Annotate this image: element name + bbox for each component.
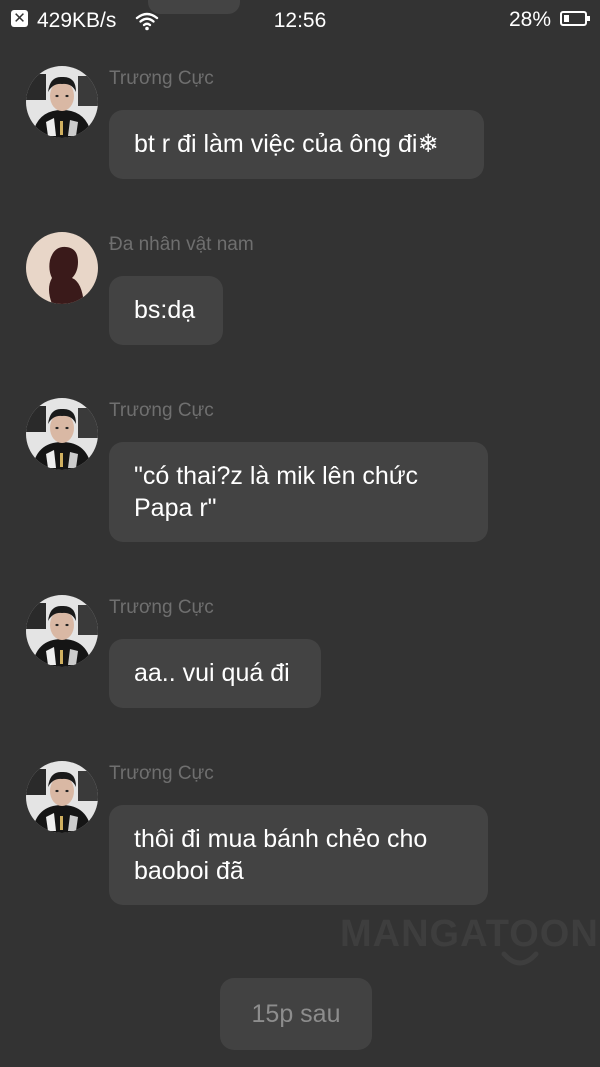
battery-level [564,15,569,22]
avatar-photo-icon [26,398,98,470]
status-bar: ✕ 429KB/s 12:56 28% [0,0,600,42]
avatar[interactable] [26,761,98,833]
avatar[interactable] [26,595,98,667]
message-text: baoboi đã [134,857,244,885]
avatar[interactable] [26,232,98,304]
sender-name: Trương Cực [109,68,214,89]
message-bubble[interactable]: aa.. vui quá đi [109,639,321,708]
avatar[interactable] [26,66,98,138]
message-text: bs:dạ [134,296,196,324]
message-bubble[interactable]: "có thai?z là mik lên chức Papa r" [109,442,488,542]
smile-icon [501,951,539,966]
message-bubble[interactable]: bt r đi làm việc của ông đi❄ [109,110,484,179]
battery-icon [560,11,590,26]
battery-percent: 28% [508,8,551,31]
time-divider: 15p sau [220,978,372,1050]
message-bubble[interactable]: bs:dạ [109,276,223,345]
avatar-silhouette-icon [26,232,98,304]
sender-name: Đa nhân vật nam [109,234,254,255]
message-text: bt r đi làm việc của ông đi❄ [134,130,439,158]
message-bubble[interactable]: thôi đi mua bánh chẻo cho baoboi đã [109,805,488,905]
message-text: Papa r" [134,494,217,522]
message-text: aa.. vui quá đi [134,659,290,687]
avatar-photo-icon [26,761,98,833]
watermark-text: MANGATOON [340,913,599,955]
sender-name: Trương Cực [109,597,214,618]
mangatoon-watermark: MANGATOON [340,912,598,978]
avatar-photo-icon [26,595,98,667]
sender-name: Trương Cực [109,763,214,784]
avatar[interactable] [26,398,98,470]
message-text: "có thai?z là mik lên chức [134,462,419,490]
avatar-photo-icon [26,66,98,138]
sender-name: Trương Cực [109,400,214,421]
message-text: thôi đi mua bánh chẻo cho [134,825,428,853]
